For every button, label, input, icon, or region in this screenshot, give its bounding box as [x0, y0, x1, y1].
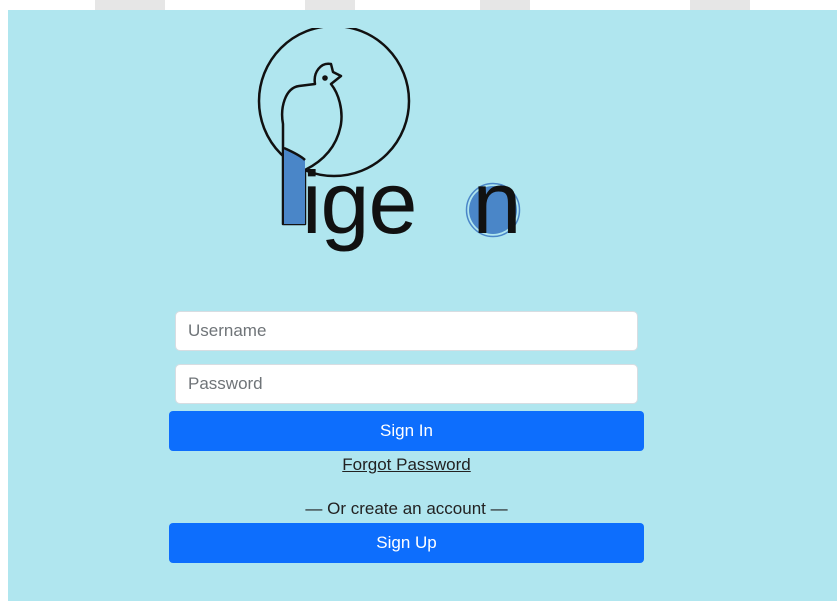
decorative-sweep — [690, 0, 750, 10]
password-input[interactable] — [175, 364, 638, 404]
decorative-sweep — [480, 0, 530, 10]
decorative-sweep — [305, 0, 355, 10]
username-input[interactable] — [175, 311, 638, 351]
forgot-password-link[interactable]: Forgot Password — [169, 455, 644, 475]
logo-wordmark: ige n — [302, 153, 521, 252]
window-top-edge — [0, 0, 837, 10]
sign-up-button[interactable]: Sign Up — [169, 523, 644, 563]
decorative-sweep — [95, 0, 165, 10]
sign-in-button[interactable]: Sign In — [169, 411, 644, 451]
create-account-divider: — Or create an account — — [305, 499, 508, 518]
